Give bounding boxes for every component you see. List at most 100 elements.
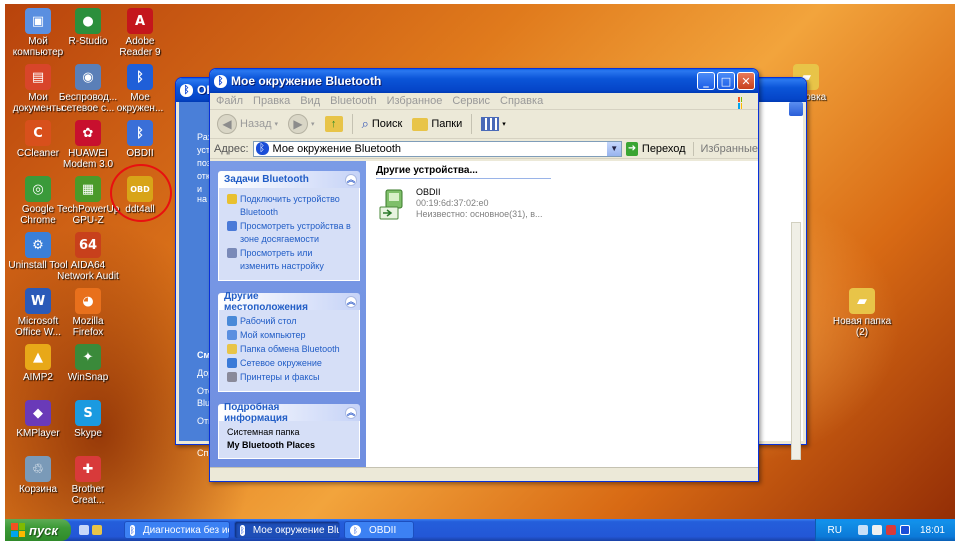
antivirus-icon[interactable] [885, 525, 896, 535]
folders-icon [412, 117, 429, 131]
clock[interactable]: 18:01 [920, 525, 945, 536]
task-link-label: Мой компьютер [240, 330, 306, 340]
go-arrow-icon[interactable]: ➜ [626, 141, 638, 156]
views-button[interactable]: ▾ [478, 115, 509, 133]
language-indicator[interactable]: RU [828, 525, 842, 536]
close-button[interactable]: ✕ [737, 72, 755, 90]
favorites-link[interactable]: Избранные [700, 143, 758, 155]
up-folder-button[interactable]: ↑ [322, 114, 346, 134]
start-button[interactable]: пуск [5, 519, 71, 541]
task-link-icon [227, 372, 237, 382]
chevron-up-icon[interactable]: ︽ [345, 406, 357, 419]
desktop-icon-22[interactable]: ▰ Новая папка (2) [831, 288, 893, 338]
taskbar-button[interactable]: ᛒ OBDII [344, 521, 414, 539]
close-icon[interactable] [789, 102, 803, 116]
task-link-label: Рабочий стол [240, 316, 297, 326]
status-bar [210, 467, 758, 481]
search-icon: ⌕ [361, 116, 369, 132]
bluetooth-icon: ᛒ [350, 524, 361, 536]
desktop-icon-label: Новая папка (2) [832, 316, 892, 338]
task-panel-body: Подключить устройство Bluetooth Просмотре… [218, 188, 360, 281]
chevron-down-icon[interactable]: ▼ [607, 141, 622, 156]
task-link-label: Подключить устройство Bluetooth [240, 194, 340, 217]
taskbar: пуск ᛒ Диагностика без ис... ᛒ Мое окружени… [5, 519, 955, 541]
task-link[interactable]: Подключить устройство Bluetooth [227, 193, 353, 219]
menu-item[interactable]: Избранное [383, 95, 449, 107]
task-link-icon [227, 344, 237, 354]
details-panel-header[interactable]: Подробная информация ︽ [218, 402, 360, 424]
main-window-title: Мое окружение Bluetooth [231, 74, 382, 88]
back-arrow-icon: ◀ [217, 114, 237, 134]
maximize-button[interactable]: □ [717, 72, 735, 90]
task-link[interactable]: Мой компьютер [227, 329, 353, 342]
folders-button[interactable]: Папки [409, 116, 465, 133]
main-window-titlebar[interactable]: ᛒ Мое окружение Bluetooth _ □ ✕ [210, 69, 758, 93]
task-link-icon [227, 358, 237, 368]
menu-item[interactable]: Справка [496, 95, 549, 107]
floppy-icon[interactable] [79, 525, 89, 535]
windows-logo-icon [730, 93, 754, 109]
menu-item[interactable]: Bluetooth [326, 95, 382, 107]
address-input[interactable]: ᛒ Мое окружение Bluetooth ▼ [252, 140, 623, 157]
desktop-icon[interactable] [92, 525, 102, 535]
desktop-icon-21[interactable]: ✚ Brother Creat... [57, 456, 119, 506]
app-icon: ▤ [25, 64, 51, 90]
details-name: My Bluetooth Places [227, 440, 316, 450]
highlight-circle [110, 164, 172, 222]
volume-icon[interactable] [871, 525, 882, 535]
task-link[interactable]: Папка обмена Bluetooth [227, 343, 353, 356]
desktop-icon-2[interactable]: A Adobe Reader 9 [109, 8, 171, 58]
system-tray: RU 18:01 [815, 519, 955, 541]
chevron-up-icon[interactable]: ︽ [345, 173, 357, 186]
desktop-icon-19[interactable]: S Skype [57, 400, 119, 439]
app-icon: ● [75, 8, 101, 34]
desktop-icon-13[interactable]: 64 AIDA64 Network Audit [57, 232, 119, 282]
task-link-icon [227, 221, 237, 231]
desktop-icon-17[interactable]: ✦ WinSnap [57, 344, 119, 383]
task-link-label: Сетевое окружение [240, 358, 322, 368]
task-link[interactable]: Сетевое окружение [227, 357, 353, 370]
task-panel-body: Рабочий стол Мой компьютер Папка обмена Bl… [218, 310, 360, 392]
go-button[interactable]: Переход [642, 143, 686, 155]
task-panel-header[interactable]: Другие местоположения ︽ [218, 291, 360, 313]
device-address: 00:19:6d:37:02:e0 [416, 198, 489, 208]
desktop-icon-5[interactable]: ᛒ Мое окружен... [109, 64, 171, 114]
details-panel: Подробная информация ︽ Системная папка M… [218, 402, 360, 459]
taskbar-button[interactable]: ᛒ Диагностика без ис... [124, 521, 230, 539]
desktop-icon-15[interactable]: ◕ Mozilla Firefox [57, 288, 119, 338]
menu-item[interactable]: Вид [296, 95, 326, 107]
chevron-up-icon[interactable]: ︽ [345, 295, 357, 308]
app-icon: ◎ [25, 176, 51, 202]
task-panels: Задачи Bluetooth ︽ Подключить устройство B… [218, 171, 360, 392]
bluetooth-tray-icon[interactable] [899, 525, 910, 535]
task-link[interactable]: Принтеры и факсы [227, 371, 353, 384]
forward-button[interactable]: ▶ ▾ [285, 112, 318, 136]
details-type: Системная папка [227, 427, 300, 437]
desktop-icon-label: Mozilla Firefox [72, 316, 104, 338]
task-link[interactable]: Просмотреть устройства в зоне досягаемос… [227, 220, 353, 246]
minimize-button[interactable]: _ [697, 72, 715, 90]
windows-flag-icon [11, 523, 25, 537]
scrollbar[interactable] [791, 222, 801, 460]
bluetooth-icon: ᛒ [130, 524, 135, 536]
taskbar-button-label: OBDII [369, 524, 397, 536]
search-button[interactable]: ⌕ Поиск [359, 115, 406, 134]
task-link[interactable]: Просмотреть или изменить настройку [227, 247, 353, 273]
menu-item[interactable]: Сервис [448, 95, 496, 107]
network-icon[interactable] [857, 525, 868, 535]
task-panel-title: Задачи Bluetooth [224, 174, 309, 185]
menu-item[interactable]: Правка [249, 95, 296, 107]
back-button[interactable]: ◀ Назад ▾ [214, 112, 281, 136]
desktop-icon-8[interactable]: ᛒ OBDII [109, 120, 171, 159]
task-link[interactable]: Рабочий стол [227, 315, 353, 328]
taskbar-button[interactable]: ᛒ Мое окружение Blue... [234, 521, 340, 539]
device-item-obdii[interactable]: OBDII 00:19:6d:37:02:e0 Неизвестно: осно… [378, 187, 542, 221]
app-icon: ◉ [75, 64, 101, 90]
obdii-window-scroll-area [753, 102, 803, 460]
task-panel: Задачи Bluetooth ︽ Подключить устройство B… [218, 171, 360, 281]
task-panel-header[interactable]: Задачи Bluetooth ︽ [218, 171, 360, 188]
bluetooth-places-window[interactable]: ᛒ Мое окружение Bluetooth _ □ ✕ Файл Прав… [209, 68, 759, 482]
task-link-label: Принтеры и факсы [240, 372, 320, 382]
menu-item[interactable]: Файл [212, 95, 249, 107]
task-panel: Другие местоположения ︽ Рабочий стол Мой ко… [218, 291, 360, 392]
